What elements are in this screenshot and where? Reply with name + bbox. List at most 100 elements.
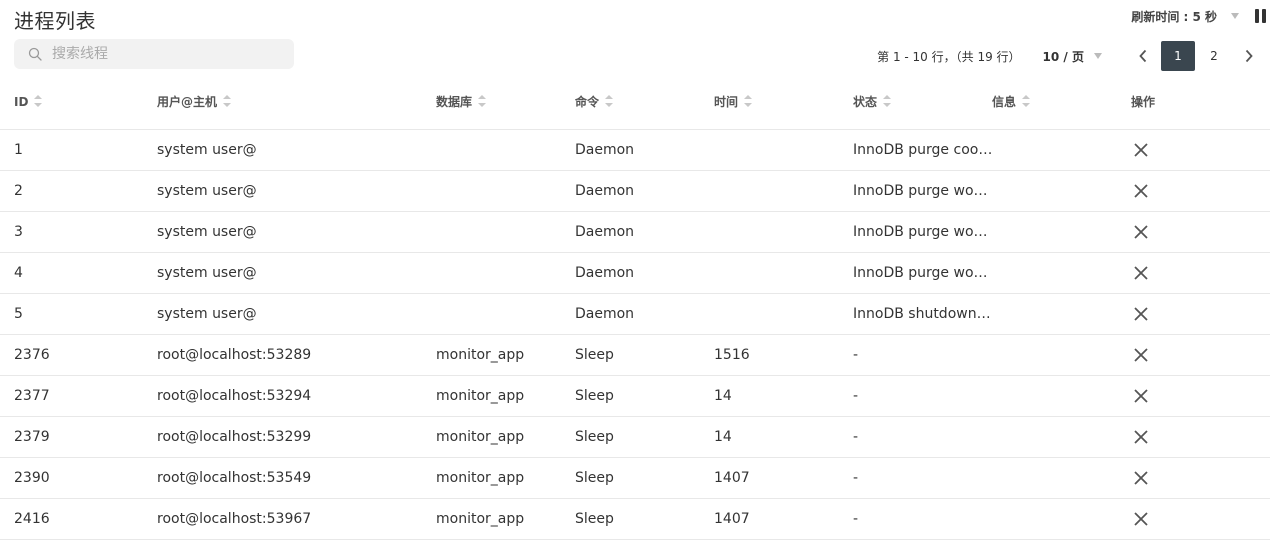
table-row: 5 system user@ Daemon InnoDB shutdown ..… [0,294,1270,335]
close-icon [1134,471,1148,485]
cell-user: root@localhost:53294 [157,388,312,404]
cell-user: system user@ [157,183,257,199]
search-box[interactable] [14,39,294,69]
column-header-state[interactable]: 状态 [853,78,983,127]
cell-state: - [853,511,859,527]
search-input[interactable] [50,45,274,63]
prev-page-button[interactable] [1126,41,1160,71]
kill-process-button[interactable] [1133,171,1151,211]
cell-command: Daemon [575,224,635,240]
column-header-db[interactable]: 数据库 [436,78,566,127]
cell-actions [1131,376,1191,416]
close-icon [1134,389,1148,403]
kill-process-button[interactable] [1133,294,1151,334]
close-icon [1134,184,1148,198]
kill-process-button[interactable] [1133,335,1151,375]
sort-icon[interactable] [1022,94,1031,107]
pause-button[interactable] [1255,9,1266,23]
cell-db [436,294,566,334]
next-page-button[interactable] [1232,41,1266,71]
cell-state: - [853,429,859,445]
refresh-control: 刷新时间 : 5 秒 [1131,6,1266,26]
cell-db: monitor_app [436,511,525,527]
kill-process-button[interactable] [1133,212,1151,252]
cell-user: root@localhost:53299 [157,429,312,445]
kill-process-button[interactable] [1133,130,1151,170]
cell-time [714,253,844,293]
cell-time: 14 [714,388,732,404]
close-icon [1134,143,1148,157]
column-header-time[interactable]: 时间 [714,78,844,127]
table-row: 3 system user@ Daemon InnoDB purge work.… [0,212,1270,253]
cell-command: Sleep [575,429,614,445]
search-icon [28,47,42,61]
column-header-user[interactable]: 用户@主机 [157,78,427,127]
cell-id: 2377 [14,388,50,404]
cell-time [714,294,844,334]
cell-state: InnoDB purge work... [853,183,993,199]
sort-icon[interactable] [223,94,232,107]
close-icon [1134,266,1148,280]
kill-process-button[interactable] [1133,417,1151,457]
cell-command: Sleep [575,511,614,527]
sort-icon[interactable] [478,94,487,107]
chevron-down-icon [1094,53,1102,59]
kill-process-button[interactable] [1133,376,1151,416]
cell-state: InnoDB purge work... [853,224,993,240]
cell-id: 2416 [14,511,50,527]
cell-command: Daemon [575,306,635,322]
chevron-down-icon[interactable] [1231,13,1239,19]
cell-db [436,130,566,170]
cell-time: 1407 [714,470,750,486]
cell-time [714,171,844,211]
cell-id: 3 [14,224,23,240]
close-icon [1134,348,1148,362]
kill-process-button[interactable] [1133,458,1151,498]
cell-id: 2379 [14,429,50,445]
page-button-1[interactable]: 1 [1161,41,1195,71]
column-header-actions: 操作 [1131,95,1156,109]
page-size-select[interactable]: 10 / 页 [1043,48,1102,65]
column-header-info[interactable]: 信息 [992,78,1112,127]
cell-time: 1516 [714,347,750,363]
cell-time: 1407 [714,511,750,527]
page-button-2[interactable]: 2 [1197,41,1231,71]
cell-command: Sleep [575,470,614,486]
table-row: 2379 root@localhost:53299 monitor_app Sl… [0,417,1270,458]
pagination: 第 1 - 10 行，（共 19 行） 10 / 页 1 2 [877,41,1266,71]
sort-icon[interactable] [744,94,753,107]
table-header: ID 用户@主机 数据库 命令 时间 状态 信息 操作 [0,80,1270,130]
column-header-id[interactable]: ID [14,78,144,127]
kill-process-button[interactable] [1133,499,1151,539]
sort-icon[interactable] [34,94,43,107]
cell-id: 4 [14,265,23,281]
cell-db: monitor_app [436,388,525,404]
cell-actions [1131,294,1191,334]
close-icon [1134,512,1148,526]
kill-process-button[interactable] [1133,253,1151,293]
pause-icon [1255,9,1259,23]
sort-icon[interactable] [883,94,892,107]
cell-db: monitor_app [436,429,525,445]
cell-command: Sleep [575,347,614,363]
cell-user: system user@ [157,224,257,240]
process-table: ID 用户@主机 数据库 命令 时间 状态 信息 操作 1 system use… [0,80,1270,540]
cell-time [714,212,844,252]
column-header-command[interactable]: 命令 [575,78,705,127]
cell-command: Sleep [575,388,614,404]
close-icon [1134,430,1148,444]
close-icon [1134,225,1148,239]
cell-id: 1 [14,142,23,158]
cell-user: system user@ [157,142,257,158]
cell-time: 14 [714,429,732,445]
cell-user: root@localhost:53967 [157,511,312,527]
refresh-interval-select[interactable]: 刷新时间 : 5 秒 [1131,8,1217,25]
page-title: 进程列表 [14,9,96,33]
cell-actions [1131,499,1191,539]
close-icon [1134,307,1148,321]
sort-icon[interactable] [605,94,614,107]
cell-db [436,212,566,252]
table-row: 2390 root@localhost:53549 monitor_app Sl… [0,458,1270,499]
cell-state: - [853,388,859,404]
cell-user: root@localhost:53549 [157,470,312,486]
